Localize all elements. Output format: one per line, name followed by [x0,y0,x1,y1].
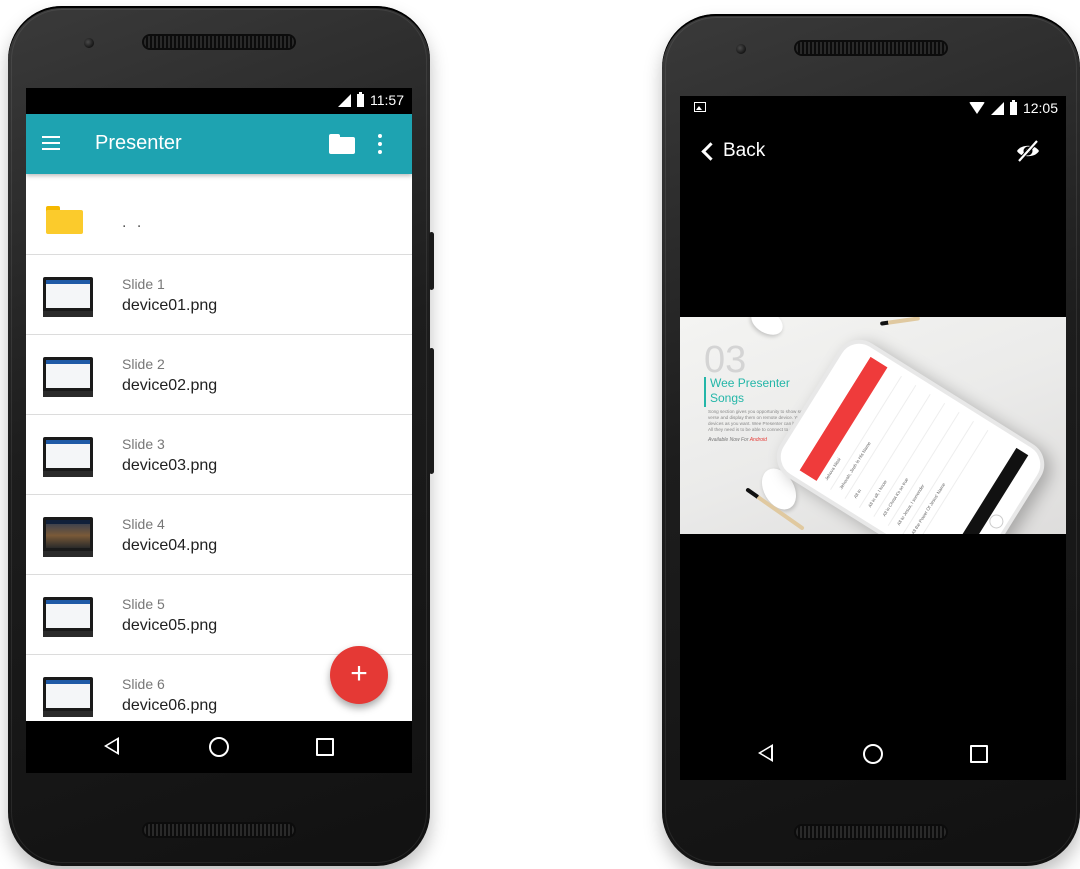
app-bar: Presenter [26,114,412,174]
signal-icon [990,101,1004,115]
file-name: device05.png [122,617,218,634]
file-name: device03.png [122,457,218,474]
bottom-speaker-grille [796,826,946,838]
battery-icon [1009,99,1017,115]
slide-label: Slide 3 [122,436,165,452]
file-thumbnail [43,597,93,637]
nav-recent-icon[interactable] [970,745,988,763]
decor-cup [746,317,788,341]
battery-icon [357,91,364,107]
status-time: 12:05 [1022,100,1058,116]
eye-off-icon[interactable] [1015,140,1041,162]
file-name: device02.png [122,377,218,394]
volume-button [429,348,434,474]
decor-pencil [879,317,921,326]
file-name: device06.png [122,697,218,714]
slide-label: Slide 2 [122,356,165,372]
status-bar: 12:05 [680,96,1066,122]
image-notification-icon [694,102,706,112]
chevron-left-icon [701,142,720,161]
list-item[interactable]: Slide 5 device05.png [26,575,412,655]
file-thumbnail [43,677,93,717]
back-label: Back [723,140,766,161]
front-camera [84,38,94,48]
front-camera [736,44,746,54]
preview-accent-bar [704,377,706,407]
navigation-bar [680,728,1066,780]
power-button [429,232,434,290]
parent-folder-label: . . [122,214,145,231]
navigation-bar [26,721,412,773]
availability-prefix: Available Now For [708,437,749,443]
nav-home-icon[interactable] [863,744,883,764]
file-name: device01.png [122,297,218,314]
left-phone-frame: 11:57 Presenter . . Slide 1 device01.png… [8,6,434,866]
preview-availability: Available Now For Android [708,437,767,443]
right-phone-frame: 12:05 Back 03 Wee Presenter Songs Song s… [662,14,1080,866]
nav-back-icon[interactable] [104,737,119,755]
slide-preview-image: 03 Wee Presenter Songs Song section give… [680,317,1066,534]
availability-platform: Android [749,437,767,443]
slide-label: Slide 5 [122,596,165,612]
preview-subtitle: Songs [710,391,745,405]
signal-icon [338,93,351,107]
list-item[interactable]: Slide 1 device01.png [26,255,412,335]
nav-recent-icon[interactable] [316,738,334,756]
folder-icon [46,206,83,234]
nav-home-icon[interactable] [209,737,229,757]
file-thumbnail [43,437,93,477]
file-thumbnail [43,517,93,557]
nav-back-icon[interactable] [758,744,773,762]
file-name: device04.png [122,537,218,554]
list-item[interactable]: Slide 4 device04.png [26,495,412,575]
folder-icon[interactable] [329,134,355,154]
back-button[interactable]: Back [701,140,766,162]
preview-phone-mockup: Jehova Nissi Jehovah, Jireh Is His Name … [767,330,1054,534]
slide-label: Slide 6 [122,676,165,692]
list-item[interactable]: Slide 3 device03.png [26,415,412,495]
top-speaker-grille [144,36,294,48]
status-bar: 11:57 [26,88,412,114]
parent-folder-row[interactable]: . . [26,174,412,255]
more-vert-icon[interactable] [377,134,383,154]
status-time: 11:57 [370,92,404,108]
preview-title: Wee Presenter [710,376,790,390]
app-title: Presenter [95,132,182,154]
wifi-icon [968,102,985,114]
list-item[interactable]: Slide 2 device02.png [26,335,412,415]
left-phone-screen: 11:57 Presenter . . Slide 1 device01.png… [26,88,412,773]
slide-label: Slide 4 [122,516,165,532]
file-thumbnail [43,357,93,397]
slide-label: Slide 1 [122,276,165,292]
bottom-speaker-grille [144,824,294,836]
top-speaker-grille [796,42,946,54]
right-phone-screen: 12:05 Back 03 Wee Presenter Songs Song s… [680,96,1066,780]
menu-icon[interactable] [42,136,60,150]
add-button[interactable]: + [330,646,388,704]
file-thumbnail [43,277,93,317]
